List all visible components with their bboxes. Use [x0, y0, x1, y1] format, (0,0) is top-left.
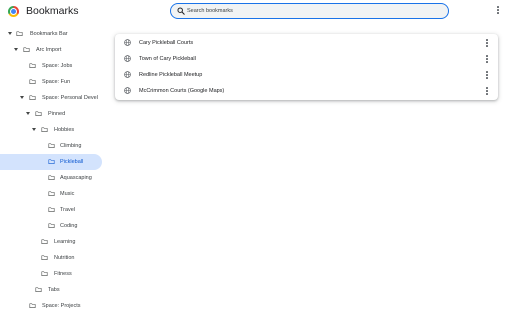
tree-item-label: Nutrition — [54, 254, 75, 261]
tree-item-aquascaping[interactable]: Aquascaping — [0, 170, 110, 186]
tree-item-travel[interactable]: Travel — [0, 202, 110, 218]
tree-item-learning[interactable]: Learning — [0, 234, 110, 250]
tree-item-label: Hobbies — [54, 126, 75, 133]
folder-icon — [41, 255, 48, 260]
globe-icon — [124, 55, 131, 62]
folder-icon — [48, 207, 55, 212]
tree-item-label: Music — [60, 190, 75, 197]
tree-item-label: Pinned — [48, 110, 66, 117]
more-vert-icon[interactable] — [484, 39, 490, 47]
tree-item-fitness[interactable]: Fitness — [0, 266, 110, 282]
folder-icon — [41, 239, 48, 244]
bookmark-title: Redline Pickleball Meetup — [139, 71, 203, 78]
tree-item-label: Tabs — [48, 286, 60, 293]
globe-icon — [124, 87, 131, 94]
tree-item-label: Coding — [60, 222, 78, 229]
folder-icon — [35, 287, 42, 292]
tree-item-label: Arc Import — [36, 46, 62, 53]
folder-icon — [41, 127, 48, 132]
tree-item-coding[interactable]: Coding — [0, 218, 110, 234]
folder-icon — [48, 143, 55, 148]
bookmark-row[interactable]: McCrimmon Courts (Google Maps) — [115, 83, 498, 99]
expand-arrow-icon[interactable] — [20, 96, 24, 99]
tree-item-label: Travel — [60, 206, 76, 213]
tree-item-space-personal-devel[interactable]: Space: Personal Devel — [0, 90, 110, 106]
expand-arrow-icon[interactable] — [8, 32, 12, 35]
tree-item-label: Climbing — [60, 142, 82, 149]
expand-arrow-icon[interactable] — [14, 48, 18, 51]
globe-icon — [124, 71, 131, 78]
tree-item-arc-import[interactable]: Arc Import — [0, 42, 110, 58]
tree-item-label: Pickleball — [60, 158, 84, 165]
bookmark-list: Cary Pickleball Courts Town of Cary Pick… — [115, 34, 498, 100]
tree-item-music[interactable]: Music — [0, 186, 110, 202]
tree-item-bookmarks-bar[interactable]: Bookmarks Bar — [0, 26, 110, 42]
tree-item-label: Space: Jobs — [42, 62, 73, 69]
search-input[interactable] — [187, 5, 437, 17]
bookmark-row[interactable]: Cary Pickleball Courts — [115, 35, 498, 51]
tree-item-label: Space: Fun — [42, 78, 71, 85]
globe-icon — [124, 39, 131, 46]
tree-item-pickleball[interactable]: Pickleball — [0, 154, 102, 170]
folder-icon — [23, 47, 30, 52]
folder-icon — [48, 223, 55, 228]
tree-item-label: Bookmarks Bar — [30, 30, 68, 37]
folder-icon — [29, 303, 36, 308]
tree-item-space-jobs[interactable]: Space: Jobs — [0, 58, 110, 74]
bookmark-row[interactable]: Town of Cary Pickleball — [115, 51, 498, 67]
more-vert-icon — [495, 6, 501, 14]
tree-item-label: Aquascaping — [60, 174, 92, 181]
tree-item-space-projects[interactable]: Space: Projects — [0, 298, 110, 314]
page-title: Bookmarks — [26, 5, 79, 17]
tree-item-hobbies[interactable]: Hobbies — [0, 122, 110, 138]
more-vert-icon[interactable] — [484, 55, 490, 63]
folder-icon — [35, 111, 42, 116]
search-bar[interactable] — [170, 3, 449, 19]
folder-icon — [16, 31, 23, 36]
bookmark-title: McCrimmon Courts (Google Maps) — [139, 87, 225, 94]
tree-item-label: Learning — [54, 238, 76, 245]
more-options-button[interactable] — [495, 6, 501, 18]
folder-icon — [48, 159, 55, 164]
folder-icon — [48, 175, 55, 180]
tree-item-tabs[interactable]: Tabs — [0, 282, 110, 298]
expand-arrow-icon[interactable] — [26, 112, 30, 115]
tree-item-label: Space: Projects — [42, 302, 81, 309]
folder-icon — [41, 271, 48, 276]
folder-icon — [29, 79, 36, 84]
bookmark-row[interactable]: Redline Pickleball Meetup — [115, 67, 498, 83]
tree-item-nutrition[interactable]: Nutrition — [0, 250, 110, 266]
more-vert-icon[interactable] — [484, 71, 490, 79]
chrome-logo-icon — [8, 6, 19, 17]
tree-item-label: Space: Personal Devel — [42, 94, 98, 101]
bookmark-title: Cary Pickleball Courts — [139, 39, 194, 46]
tree-item-space-fun[interactable]: Space: Fun — [0, 74, 110, 90]
folder-tree: Bookmarks Bar Arc Import Space: Jobs Spa… — [0, 26, 110, 320]
bookmark-title: Town of Cary Pickleball — [139, 55, 196, 62]
expand-arrow-icon[interactable] — [32, 128, 36, 131]
folder-icon — [48, 191, 55, 196]
tree-item-pinned[interactable]: Pinned — [0, 106, 110, 122]
tree-item-climbing[interactable]: Climbing — [0, 138, 110, 154]
folder-icon — [29, 95, 36, 100]
tree-item-label: Fitness — [54, 270, 72, 277]
app-header: Bookmarks — [0, 0, 512, 24]
folder-icon — [29, 63, 36, 68]
more-vert-icon[interactable] — [484, 87, 490, 95]
search-icon — [177, 7, 185, 15]
